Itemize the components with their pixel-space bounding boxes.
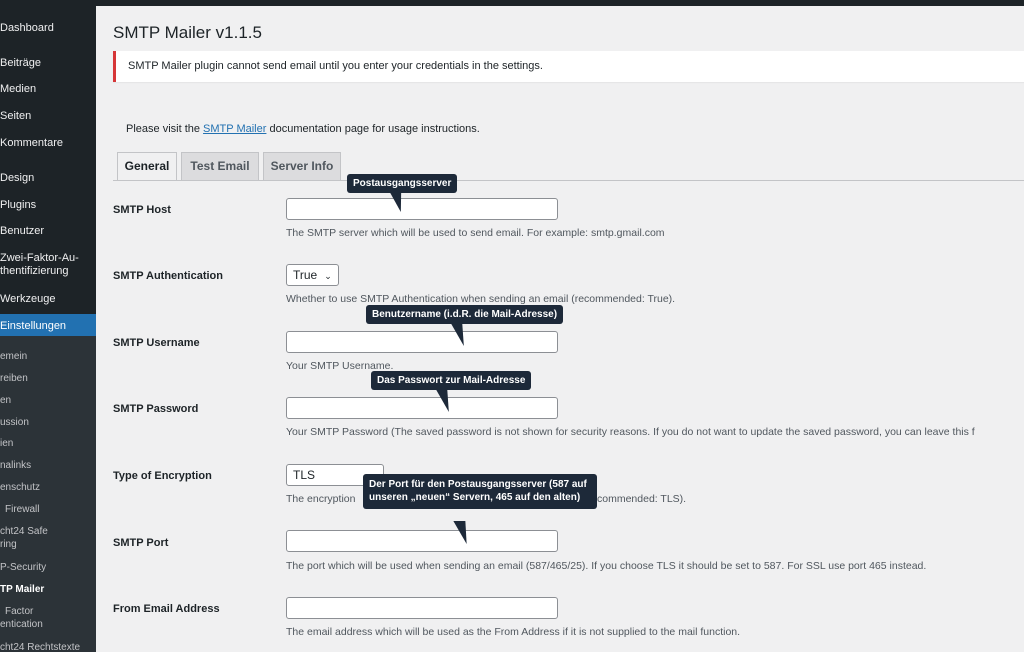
encryption-label: Type of Encryption <box>113 470 212 482</box>
intro-after: documentation page for usage instruction… <box>266 123 480 135</box>
tabs-divider <box>113 180 1024 181</box>
submenu-label: enschutz <box>0 482 41 493</box>
select-value: True <box>293 268 318 282</box>
select-value: TLS <box>293 468 316 482</box>
submenu-label: cht24 Rechtstexte <box>0 642 81 652</box>
submenu-item-allgemein[interactable]: emein <box>0 350 96 363</box>
tooltip-smtp-password: Das Passwort zur Mail-Adresse <box>371 371 532 390</box>
submenu-item-smtp-mailer[interactable]: TP Mailer <box>0 583 96 596</box>
menu-label: Design <box>0 172 35 184</box>
intro-before: Please visit the <box>126 123 204 135</box>
submenu-label: en <box>0 395 12 406</box>
submenu-label: Factor <box>5 606 34 617</box>
submenu-item-rechtstexte[interactable]: cht24 Rechtstexte <box>0 641 96 652</box>
submenu-item-two-factor-auth[interactable]: Factor entication <box>0 605 96 631</box>
menu-item-plugins[interactable]: Plugins <box>0 199 96 212</box>
smtp-auth-description: Whether to use SMTP Authentication when … <box>286 293 676 305</box>
tooltip-smtp-port: Der Port für den Postausgangsserver (587… <box>363 474 597 509</box>
smtp-host-input[interactable] <box>286 198 558 220</box>
menu-item-benutzer[interactable]: Benutzer <box>0 225 96 238</box>
smtp-password-input[interactable] <box>286 397 558 419</box>
submenu-label: reiben <box>0 373 28 384</box>
submenu-item-permalinks[interactable]: nalinks <box>0 459 96 472</box>
menu-item-einstellungen[interactable]: Einstellungen <box>0 314 96 338</box>
from-email-description: The email address which will be used as … <box>286 626 741 638</box>
submenu-item-medien[interactable]: ien <box>0 437 96 450</box>
submenu-label: ien <box>0 438 14 449</box>
menu-label: Werkzeuge <box>0 293 56 305</box>
smtp-username-input[interactable] <box>286 331 558 353</box>
smtp-password-label: SMTP Password <box>113 403 199 415</box>
menu-label: Seiten <box>0 110 32 122</box>
main-content: SMTP Mailer v1.1.5 SMTP Mailer plugin ca… <box>96 6 1024 652</box>
menu-item-werkzeuge[interactable]: Werkzeuge <box>0 293 96 306</box>
submenu-label: emein <box>0 351 28 362</box>
menu-label: Plugins <box>0 199 37 211</box>
menu-label: Kommentare <box>0 137 63 149</box>
menu-label: Medien <box>0 83 37 95</box>
tab-label: Test Email <box>190 159 250 173</box>
menu-item-beitraege[interactable]: Beiträge <box>0 57 96 70</box>
smtp-auth-select[interactable]: True ⌄ <box>286 264 339 286</box>
page-title: SMTP Mailer v1.1.5 <box>113 23 262 42</box>
menu-item-medien[interactable]: Medien <box>0 83 96 96</box>
menu-label: Benutzer <box>0 225 45 237</box>
submenu-item-wp-security[interactable]: P-Security <box>0 561 96 574</box>
menu-label: Einstellungen <box>0 320 67 332</box>
smtp-password-description: Your SMTP Password (The saved password i… <box>286 426 975 438</box>
smtp-port-label: SMTP Port <box>113 537 169 549</box>
submenu-item-diskussion[interactable]: ussion <box>0 416 96 429</box>
menu-item-two-factor[interactable]: Zwei-Faktor-Au- thentifizierung <box>0 252 96 278</box>
menu-label: thentifizierung <box>0 265 69 277</box>
menu-item-dashboard[interactable]: Dashboard <box>0 22 96 35</box>
submenu-item-lesen[interactable]: en <box>0 394 96 407</box>
submenu-label: nalinks <box>0 460 32 471</box>
tab-test-email[interactable]: Test Email <box>181 152 259 180</box>
submenu-item-datenschutz[interactable]: enschutz <box>0 481 96 494</box>
from-email-input[interactable] <box>286 597 558 619</box>
smtp-username-label: SMTP Username <box>113 337 200 349</box>
submenu-label: ussion <box>0 417 29 428</box>
smtp-auth-label: SMTP Authentication <box>113 270 223 282</box>
menu-label: Dashboard <box>0 22 54 34</box>
tooltip-smtp-username: Benutzername (i.d.R. die Mail-Adresse) <box>366 305 564 324</box>
menu-item-seiten[interactable]: Seiten <box>0 110 96 123</box>
tab-label: General <box>124 159 170 173</box>
submenu-label: P-Security <box>0 562 47 573</box>
encryption-description-end: commended: TLS). <box>597 493 687 505</box>
submenu-item-schreiben[interactable]: reiben <box>0 372 96 385</box>
submenu-label: entication <box>0 619 43 630</box>
admin-sidebar: Dashboard Beiträge Medien Seiten Komment… <box>0 6 96 652</box>
tooltip-smtp-host: Postausgangsserver <box>347 174 458 193</box>
submenu-label: TP Mailer <box>0 584 45 595</box>
menu-label: Beiträge <box>0 57 41 69</box>
submenu-label: ring <box>0 539 17 550</box>
intro-text: Please visit the SMTP Mailer documentati… <box>126 123 480 135</box>
tab-general[interactable]: General <box>117 152 177 181</box>
submenu-item-safe-hosting[interactable]: cht24 Safe ring <box>0 525 96 551</box>
smtp-port-input[interactable] <box>286 530 558 552</box>
menu-item-kommentare[interactable]: Kommentare <box>0 137 96 150</box>
menu-item-design[interactable]: Design <box>0 172 96 185</box>
from-email-label: From Email Address <box>113 603 220 615</box>
active-menu-arrow <box>88 314 96 334</box>
error-notice: SMTP Mailer plugin cannot send email unt… <box>113 51 1024 82</box>
tab-server-info[interactable]: Server Info <box>263 152 341 180</box>
smtp-host-label: SMTP Host <box>113 204 171 216</box>
submenu-item-firewall[interactable]: Firewall <box>0 503 96 516</box>
notice-text: SMTP Mailer plugin cannot send email unt… <box>128 60 543 72</box>
menu-label: Zwei-Faktor-Au- <box>0 252 79 264</box>
smtp-port-description: The port which will be used when sending… <box>286 560 927 572</box>
submenu-label: cht24 Safe <box>0 526 48 537</box>
tab-label: Server Info <box>270 159 334 173</box>
submenu-label: Firewall <box>5 504 40 515</box>
chevron-down-icon: ⌄ <box>324 270 332 281</box>
smtp-mailer-docs-link[interactable]: SMTP Mailer <box>203 123 266 135</box>
encryption-description-start: The encryption <box>286 493 356 505</box>
smtp-host-description: The SMTP server which will be used to se… <box>286 227 665 239</box>
